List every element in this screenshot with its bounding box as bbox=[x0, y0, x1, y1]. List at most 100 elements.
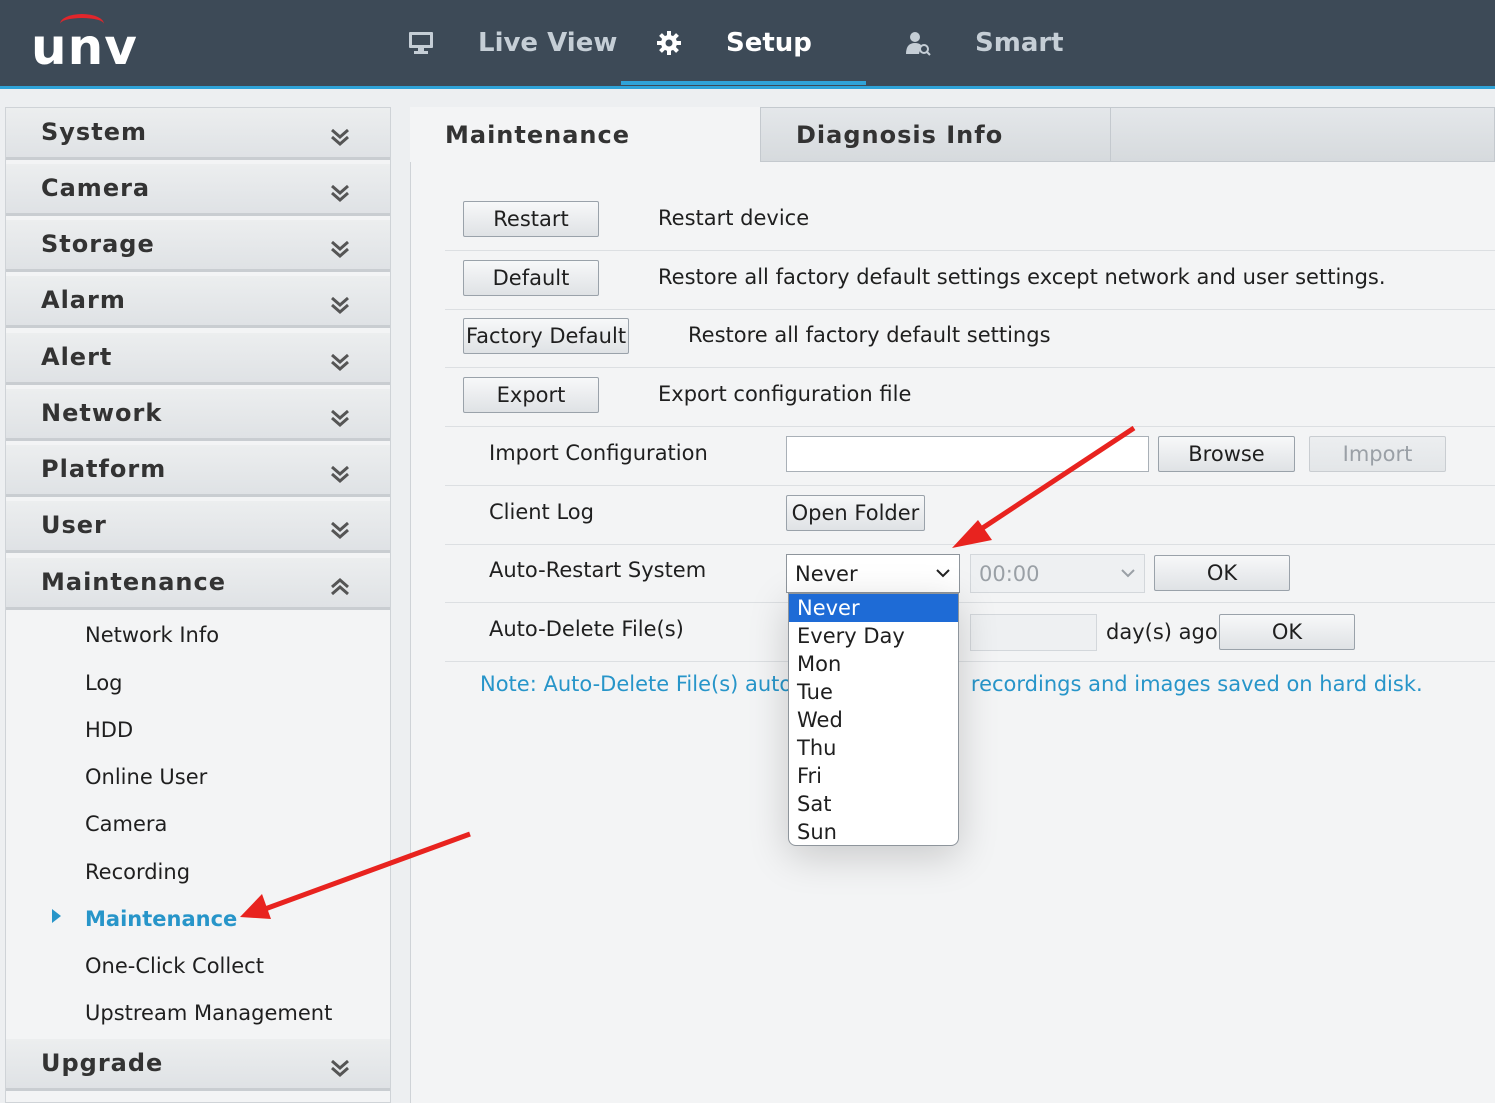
tab-bar-filler bbox=[1111, 107, 1495, 162]
chevron-down-icon bbox=[331, 184, 349, 202]
client-log-label: Client Log bbox=[489, 500, 594, 524]
menu-maintenance[interactable]: Maintenance bbox=[6, 558, 390, 610]
menu-storage[interactable]: Storage bbox=[6, 220, 390, 272]
dropdown-option[interactable]: Never bbox=[789, 594, 958, 622]
unv-logo: unv bbox=[31, 18, 138, 76]
menu-maintenance-label: Maintenance bbox=[41, 568, 227, 596]
auto-delete-suffix: day(s) ago bbox=[1106, 620, 1218, 644]
dropdown-option[interactable]: Mon bbox=[789, 650, 958, 678]
menu-network-label: Network bbox=[41, 399, 163, 427]
sub-hdd[interactable]: HDD bbox=[85, 718, 133, 742]
tab-diagnosis-info[interactable]: Diagnosis Info bbox=[760, 107, 1111, 162]
tab-maintenance[interactable]: Maintenance bbox=[410, 107, 760, 162]
chevron-down-icon bbox=[331, 1059, 349, 1077]
auto-delete-days-input[interactable] bbox=[970, 614, 1097, 651]
chevron-down-icon bbox=[331, 240, 349, 258]
row-divider bbox=[445, 250, 1495, 251]
row-divider bbox=[445, 485, 1495, 486]
nav-active-indicator bbox=[621, 81, 866, 85]
auto-delete-label: Auto-Delete File(s) bbox=[489, 617, 684, 641]
auto-restart-ok-button[interactable]: OK bbox=[1154, 555, 1290, 591]
dropdown-option[interactable]: Wed bbox=[789, 706, 958, 734]
menu-user[interactable]: User bbox=[6, 501, 390, 553]
row-divider bbox=[445, 544, 1495, 545]
chevron-down-icon bbox=[331, 353, 349, 371]
chevron-down-icon bbox=[331, 521, 349, 539]
menu-alarm-label: Alarm bbox=[41, 286, 126, 314]
menu-alert[interactable]: Alert bbox=[6, 333, 390, 385]
chevron-down-icon bbox=[331, 465, 349, 483]
factory-default-description: Restore all factory default settings bbox=[688, 323, 1051, 347]
sub-online-user[interactable]: Online User bbox=[85, 765, 207, 789]
factory-default-button[interactable]: Factory Default bbox=[463, 318, 629, 354]
gear-icon bbox=[656, 30, 682, 56]
restart-button[interactable]: Restart bbox=[463, 201, 599, 237]
menu-alarm[interactable]: Alarm bbox=[6, 276, 390, 328]
sub-log[interactable]: Log bbox=[85, 671, 123, 695]
menu-system[interactable]: System bbox=[6, 108, 390, 160]
open-folder-button[interactable]: Open Folder bbox=[786, 495, 925, 531]
browse-button[interactable]: Browse bbox=[1158, 436, 1295, 472]
dropdown-option[interactable]: Sun bbox=[789, 818, 958, 845]
auto-restart-time-value: 00:00 bbox=[979, 561, 1040, 586]
restart-description: Restart device bbox=[658, 206, 810, 230]
menu-storage-label: Storage bbox=[41, 230, 155, 258]
import-config-label: Import Configuration bbox=[489, 441, 708, 465]
menu-platform-label: Platform bbox=[41, 455, 167, 483]
menu-alert-label: Alert bbox=[41, 343, 113, 371]
sub-recording[interactable]: Recording bbox=[85, 860, 190, 884]
row-divider bbox=[445, 309, 1495, 310]
import-file-input[interactable] bbox=[786, 436, 1149, 472]
header-accent-line bbox=[0, 86, 1495, 89]
import-button[interactable]: Import bbox=[1309, 436, 1446, 472]
auto-restart-select[interactable]: Never bbox=[786, 554, 960, 593]
auto-restart-time-select[interactable]: 00:00 bbox=[970, 554, 1145, 593]
menu-camera-label: Camera bbox=[41, 174, 151, 202]
menu-platform[interactable]: Platform bbox=[6, 445, 390, 497]
note-text-right: recordings and images saved on hard disk… bbox=[970, 672, 1423, 696]
sub-network-info[interactable]: Network Info bbox=[85, 623, 219, 647]
chevron-down-icon bbox=[1121, 569, 1135, 578]
auto-restart-selected-value: Never bbox=[795, 561, 858, 586]
menu-upgrade-label: Upgrade bbox=[41, 1049, 164, 1077]
sub-upstream-management[interactable]: Upstream Management bbox=[85, 1001, 332, 1025]
nav-smart-label: Smart bbox=[975, 28, 1064, 58]
auto-restart-dropdown-list: Never Every Day Mon Tue Wed Thu Fri Sat … bbox=[788, 593, 959, 846]
dropdown-option[interactable]: Tue bbox=[789, 678, 958, 706]
nav-live-view[interactable]: Live View bbox=[408, 0, 617, 86]
dropdown-option[interactable]: Thu bbox=[789, 734, 958, 762]
auto-restart-label: Auto-Restart System bbox=[489, 558, 707, 582]
nav-setup-label: Setup bbox=[726, 28, 812, 58]
dropdown-option[interactable]: Sat bbox=[789, 790, 958, 818]
chevron-down-icon bbox=[331, 296, 349, 314]
monitor-icon bbox=[408, 30, 434, 56]
menu-network[interactable]: Network bbox=[6, 389, 390, 441]
default-description: Restore all factory default settings exc… bbox=[658, 265, 1386, 289]
chevron-down-icon bbox=[331, 409, 349, 427]
nav-live-view-label: Live View bbox=[478, 28, 618, 58]
chevron-down-icon bbox=[936, 569, 950, 578]
setup-sidebar: System Camera Storage Alarm Alert Networ… bbox=[5, 107, 391, 1103]
default-button[interactable]: Default bbox=[463, 260, 599, 296]
auto-delete-ok-button[interactable]: OK bbox=[1219, 614, 1355, 650]
note-text-left: Note: Auto-Delete File(s) autor bbox=[480, 672, 801, 696]
menu-camera[interactable]: Camera bbox=[6, 164, 390, 216]
dropdown-option[interactable]: Every Day bbox=[789, 622, 958, 650]
chevron-down-icon bbox=[331, 128, 349, 146]
nav-smart[interactable]: Smart bbox=[905, 0, 1064, 86]
export-button[interactable]: Export bbox=[463, 377, 599, 413]
row-divider bbox=[445, 426, 1495, 427]
row-divider bbox=[445, 661, 1495, 662]
sub-camera[interactable]: Camera bbox=[85, 812, 167, 836]
sub-maintenance[interactable]: Maintenance bbox=[85, 907, 237, 931]
person-search-icon bbox=[905, 30, 931, 56]
sub-one-click-collect[interactable]: One-Click Collect bbox=[85, 954, 264, 978]
export-description: Export configuration file bbox=[658, 382, 912, 406]
nav-setup[interactable]: Setup bbox=[656, 0, 812, 86]
menu-system-label: System bbox=[41, 118, 147, 146]
row-divider bbox=[445, 602, 1495, 603]
active-item-triangle-icon bbox=[52, 909, 61, 923]
tab-bar: Maintenance Diagnosis Info bbox=[410, 107, 1495, 162]
menu-upgrade[interactable]: Upgrade bbox=[6, 1039, 390, 1091]
dropdown-option[interactable]: Fri bbox=[789, 762, 958, 790]
